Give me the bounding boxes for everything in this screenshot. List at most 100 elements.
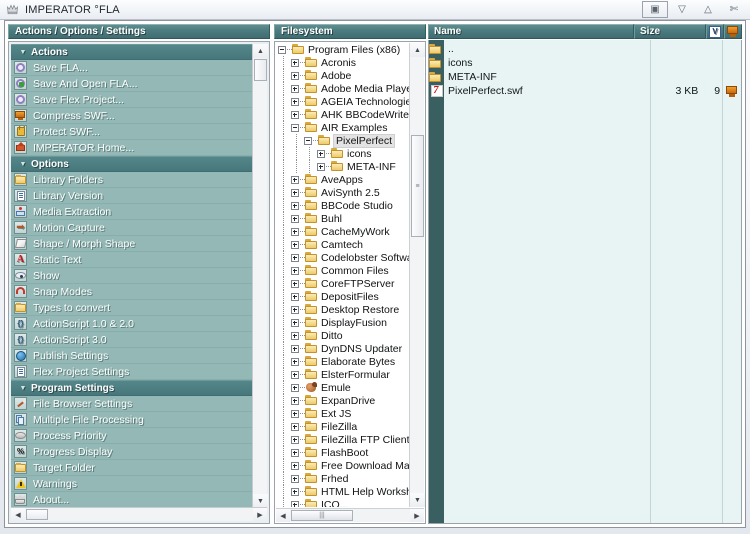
- tree-node[interactable]: Program Files (x86): [276, 43, 409, 56]
- settings-item-imperator-home[interactable]: IMPERATOR Home...: [11, 140, 253, 156]
- tree-node[interactable]: FlashBoot: [276, 446, 409, 459]
- tree-node[interactable]: Frhed: [276, 472, 409, 485]
- expand-toggle-icon[interactable]: [289, 420, 300, 433]
- tree-node[interactable]: ElsterFormular: [276, 368, 409, 381]
- settings-item-about[interactable]: About...: [11, 492, 253, 508]
- tree-node[interactable]: META-INF: [276, 160, 409, 173]
- tree-node[interactable]: DynDNS Updater: [276, 342, 409, 355]
- column-header-version-flag[interactable]: V: [706, 24, 724, 39]
- group-actions[interactable]: ▼ Actions: [11, 44, 253, 60]
- scroll-down-arrow-icon[interactable]: ▼: [253, 494, 268, 508]
- tree-node[interactable]: Buhl: [276, 212, 409, 225]
- tree-scroll-up-arrow-icon[interactable]: ▲: [410, 43, 425, 57]
- settings-item-save-flex-project[interactable]: Save Flex Project...: [11, 92, 253, 108]
- left-hscroll-thumb[interactable]: [26, 509, 48, 520]
- column-header-swf-icon[interactable]: [724, 24, 742, 39]
- expand-toggle-icon[interactable]: [289, 381, 300, 394]
- expand-toggle-icon[interactable]: [289, 433, 300, 446]
- tree-horizontal-scrollbar[interactable]: ◀ ||| ▶: [276, 508, 424, 522]
- expand-toggle-icon[interactable]: [289, 485, 300, 498]
- tree-node[interactable]: Ext JS: [276, 407, 409, 420]
- settings-item-flex-project-settings[interactable]: Flex Project Settings: [11, 364, 253, 380]
- expand-toggle-icon[interactable]: [289, 82, 300, 95]
- expand-toggle-icon[interactable]: [315, 160, 326, 173]
- tree-node[interactable]: ICQ...: [276, 498, 409, 507]
- maximize-button[interactable]: △: [696, 2, 720, 18]
- expand-toggle-icon[interactable]: [289, 238, 300, 251]
- settings-item-file-browser-settings[interactable]: File Browser Settings: [11, 396, 253, 412]
- settings-list[interactable]: ▼ Actions Save FLA... Save And Open FLA... S…: [11, 44, 254, 508]
- tree-scroll-left-arrow-icon[interactable]: ◀: [276, 509, 290, 522]
- tree-node[interactable]: FileZilla: [276, 420, 409, 433]
- expand-toggle-icon[interactable]: [289, 355, 300, 368]
- tree-node[interactable]: Emule: [276, 381, 409, 394]
- group-program-settings[interactable]: ▼ Program Settings: [11, 380, 253, 396]
- tree-node[interactable]: Codelobster Software: [276, 251, 409, 264]
- close-button[interactable]: ✄: [722, 2, 746, 18]
- expand-toggle-icon[interactable]: [289, 316, 300, 329]
- tree-node[interactable]: AveApps: [276, 173, 409, 186]
- expand-toggle-icon[interactable]: [289, 290, 300, 303]
- expand-toggle-icon[interactable]: [289, 446, 300, 459]
- column-header-name[interactable]: Name: [428, 24, 634, 39]
- tree-node[interactable]: DepositFiles: [276, 290, 409, 303]
- collapse-toggle-icon[interactable]: [289, 121, 300, 134]
- settings-item-target-folder[interactable]: Target Folder: [11, 460, 253, 476]
- expand-toggle-icon[interactable]: [289, 394, 300, 407]
- expand-toggle-icon[interactable]: [289, 173, 300, 186]
- tree-node[interactable]: Elaborate Bytes: [276, 355, 409, 368]
- expand-toggle-icon[interactable]: [289, 498, 300, 507]
- tree-node[interactable]: CacheMyWork: [276, 225, 409, 238]
- expand-toggle-icon[interactable]: [289, 95, 300, 108]
- expand-toggle-icon[interactable]: [315, 147, 326, 160]
- tree-node[interactable]: Camtech: [276, 238, 409, 251]
- tree-node[interactable]: DisplayFusion: [276, 316, 409, 329]
- file-row[interactable]: PixelPerfect.swf 3 KB 9: [429, 84, 741, 98]
- tree-node[interactable]: AviSynth 2.5: [276, 186, 409, 199]
- settings-item-actionscript-1-0-2-0[interactable]: {} ActionScript 1.0 & 2.0: [11, 316, 253, 332]
- settings-item-multiple-file-processing[interactable]: Multiple File Processing: [11, 412, 253, 428]
- expand-toggle-icon[interactable]: [289, 251, 300, 264]
- scroll-up-arrow-icon[interactable]: ▲: [253, 44, 268, 58]
- tree-node[interactable]: CoreFTPServer: [276, 277, 409, 290]
- tree-node[interactable]: HTML Help Workshop: [276, 485, 409, 498]
- settings-item-progress-display[interactable]: % Progress Display: [11, 444, 253, 460]
- tree-node[interactable]: PixelPerfect: [276, 133, 409, 148]
- tree-scroll-right-arrow-icon[interactable]: ▶: [410, 509, 424, 522]
- settings-item-warnings[interactable]: Warnings: [11, 476, 253, 492]
- settings-item-media-extraction[interactable]: Media Extraction: [11, 204, 253, 220]
- left-horizontal-scrollbar[interactable]: ◀ ▶: [11, 507, 267, 521]
- file-row[interactable]: META-INF: [429, 70, 741, 84]
- settings-item-process-priority[interactable]: Process Priority: [11, 428, 253, 444]
- settings-item-library-folders[interactable]: Library Folders: [11, 172, 253, 188]
- expand-toggle-icon[interactable]: [289, 69, 300, 82]
- scroll-right-arrow-icon[interactable]: ▶: [253, 508, 267, 521]
- column-header-size[interactable]: Size: [634, 24, 706, 39]
- left-vertical-scrollbar[interactable]: ▲ ▼: [252, 44, 268, 508]
- expand-toggle-icon[interactable]: [289, 186, 300, 199]
- expand-toggle-icon[interactable]: [289, 459, 300, 472]
- file-list-body[interactable]: .. icons META-INF PixelPerfect.swf 3 KB 9: [428, 40, 742, 524]
- expand-toggle-icon[interactable]: [289, 368, 300, 381]
- tree-node[interactable]: Adobe Media Player: [276, 82, 409, 95]
- settings-item-snap-modes[interactable]: Snap Modes: [11, 284, 253, 300]
- expand-toggle-icon[interactable]: [289, 329, 300, 342]
- minimize-button[interactable]: ▽: [670, 2, 694, 18]
- tree-scroll-down-arrow-icon[interactable]: ▼: [410, 493, 425, 507]
- collapse-toggle-icon[interactable]: [302, 134, 313, 147]
- tree-node[interactable]: BBCode Studio: [276, 199, 409, 212]
- expand-toggle-icon[interactable]: [289, 199, 300, 212]
- tree-vscroll-thumb[interactable]: ≡: [411, 135, 424, 237]
- expand-toggle-icon[interactable]: [289, 212, 300, 225]
- collapse-toggle-icon[interactable]: [276, 43, 287, 56]
- settings-item-types-to-convert[interactable]: Types to convert: [11, 300, 253, 316]
- tree-node[interactable]: AGEIA Technologies: [276, 95, 409, 108]
- settings-item-static-text[interactable]: A Static Text: [11, 252, 253, 268]
- expand-toggle-icon[interactable]: [289, 407, 300, 420]
- tree-vertical-scrollbar[interactable]: ▲ ≡ ▼: [409, 43, 425, 507]
- expand-toggle-icon[interactable]: [289, 342, 300, 355]
- expand-toggle-icon[interactable]: [289, 108, 300, 121]
- settings-item-compress-swf[interactable]: Compress SWF...: [11, 108, 253, 124]
- settings-item-save-and-open-fla[interactable]: Save And Open FLA...: [11, 76, 253, 92]
- expand-toggle-icon[interactable]: [289, 225, 300, 238]
